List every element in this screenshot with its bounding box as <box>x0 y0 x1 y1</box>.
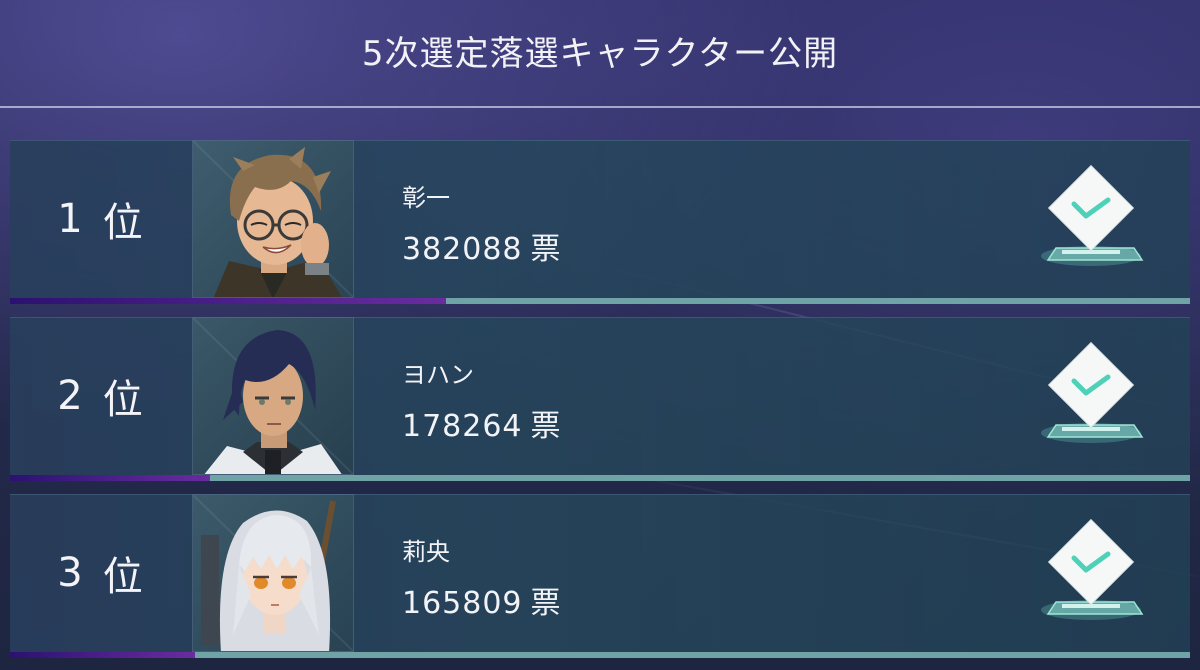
rank-number: 2 <box>57 373 85 419</box>
rank-label: 1位 <box>10 140 192 298</box>
rank-number: 1 <box>57 196 85 242</box>
dark-hair-man-portrait <box>193 318 353 474</box>
vote-share-bar-fill <box>10 298 446 304</box>
character-portrait-frame <box>192 494 354 652</box>
character-portrait-frame <box>192 140 354 298</box>
ranking-row-2: 2位 ヨハン 178264 票 <box>10 317 1190 484</box>
rank-label: 2位 <box>10 317 192 475</box>
rank-suffix: 位 <box>102 377 145 423</box>
character-name: 莉央 <box>402 538 450 566</box>
vote-count-value: 178264 <box>402 409 523 444</box>
ballot-box-check-icon[interactable] <box>1032 518 1150 628</box>
character-name: ヨハン <box>402 361 474 389</box>
header-divider <box>0 106 1200 108</box>
rank-label: 3位 <box>10 494 192 652</box>
vote-share-bar <box>10 475 1190 481</box>
vote-count-value: 165809 <box>402 586 523 621</box>
page-header: 5次選定落選キャラクター公開 <box>0 0 1200 106</box>
ballot-box-check-icon[interactable] <box>1032 341 1150 451</box>
vote-count-unit: 票 <box>530 586 562 621</box>
rank-suffix: 位 <box>102 554 145 600</box>
character-portrait-frame <box>192 317 354 475</box>
vote-share-bar-fill <box>10 475 210 481</box>
vote-count-value: 382088 <box>402 232 523 267</box>
ranking-row-3: 3位 莉央 165809 票 <box>10 494 1190 661</box>
character-name: 彰一 <box>402 184 450 212</box>
vote-count: 178264 票 <box>402 401 562 445</box>
ranking-row-1: 1位 彰一 382088 票 <box>10 140 1190 307</box>
ballot-box-check-icon[interactable] <box>1032 164 1150 274</box>
rank-suffix: 位 <box>102 200 145 246</box>
vote-share-bar <box>10 652 1190 658</box>
vote-count: 382088 票 <box>402 224 562 268</box>
vote-count-unit: 票 <box>530 232 562 267</box>
vote-share-bar <box>10 298 1190 304</box>
vote-share-bar-fill <box>10 652 196 658</box>
rank-number: 3 <box>57 550 85 596</box>
glasses-brown-hair-man-portrait <box>193 141 353 297</box>
vote-count-unit: 票 <box>530 409 562 444</box>
white-hair-girl-portrait <box>193 495 353 651</box>
page-title: 5次選定落選キャラクター公開 <box>361 33 839 74</box>
vote-count: 165809 票 <box>402 578 562 622</box>
